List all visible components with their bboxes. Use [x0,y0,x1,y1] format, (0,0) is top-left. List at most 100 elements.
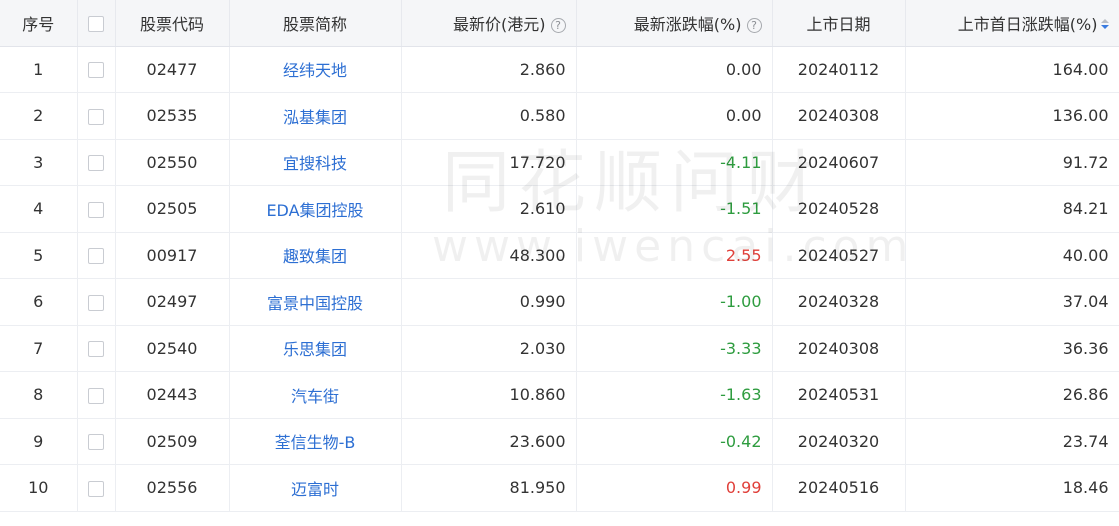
cell-code: 02535 [115,92,230,140]
cell-index: 10 [0,464,78,512]
cell-index: 2 [0,92,78,140]
cell-index: 5 [0,232,78,279]
row-checkbox[interactable] [88,294,104,311]
cell-code: 02443 [115,371,230,419]
cell-first-day-change: 18.46 [905,464,1119,512]
cell-price: 2.030 [401,325,577,372]
cell-select[interactable] [77,232,116,279]
table-row[interactable]: 7 02540 乐思集团 2.030 -3.33 20240308 36.36 [0,325,1119,372]
cell-change: -3.33 [576,325,773,372]
stock-name-link[interactable]: EDA集团控股 [229,185,402,233]
cell-code: 02477 [115,46,230,93]
cell-list-date: 20240531 [772,371,906,419]
stock-name-link[interactable]: 经纬天地 [229,46,402,93]
cell-change: -1.63 [576,371,773,419]
cell-index: 9 [0,418,78,465]
stock-name-link[interactable]: 迈富时 [229,464,402,512]
table-row[interactable]: 10 02556 迈富时 81.950 0.99 20240516 18.46 [0,464,1119,512]
cell-list-date: 20240607 [772,139,906,186]
header-select-all[interactable] [77,0,116,47]
stock-name-link[interactable]: 汽车街 [229,371,402,419]
row-checkbox[interactable] [88,434,104,451]
stock-name-link[interactable]: 趣致集团 [229,232,402,279]
cell-list-date: 20240527 [772,232,906,279]
table-row[interactable]: 1 02477 经纬天地 2.860 0.00 20240112 164.00 [0,46,1119,93]
header-change[interactable]: 最新涨跌幅(%)? [576,0,773,47]
cell-list-date: 20240320 [772,418,906,465]
table-row[interactable]: 8 02443 汽车街 10.860 -1.63 20240531 26.86 [0,371,1119,419]
header-first-day-change-label: 上市首日涨跌幅(%) [957,14,1098,34]
table-row[interactable]: 2 02535 泓基集团 0.580 0.00 20240308 136.00 [0,92,1119,140]
cell-select[interactable] [77,46,116,93]
header-name[interactable]: 股票简称 [229,0,402,47]
sort-desc-icon[interactable] [1100,19,1109,31]
cell-code: 02550 [115,139,230,186]
cell-select[interactable] [77,92,116,140]
row-checkbox[interactable] [88,387,104,404]
cell-first-day-change: 136.00 [905,92,1119,140]
cell-list-date: 20240308 [772,92,906,140]
cell-code: 02505 [115,185,230,233]
row-checkbox[interactable] [88,155,104,172]
cell-index: 8 [0,371,78,419]
cell-code: 00917 [115,232,230,279]
row-checkbox[interactable] [88,248,104,265]
cell-index: 4 [0,185,78,233]
table-row[interactable]: 4 02505 EDA集团控股 2.610 -1.51 20240528 84.21 [0,185,1119,233]
cell-price: 48.300 [401,232,577,279]
cell-select[interactable] [77,139,116,186]
cell-code: 02540 [115,325,230,372]
cell-index: 3 [0,139,78,186]
cell-change: 0.99 [576,464,773,512]
stock-name-link[interactable]: 乐思集团 [229,325,402,372]
cell-first-day-change: 164.00 [905,46,1119,93]
results-panel: 序号 股票代码 股票简称 最新价(港元)? 最新涨跌幅(%)? 上市日期 上市首… [0,0,1119,526]
table-row[interactable]: 5 00917 趣致集团 48.300 2.55 20240527 40.00 [0,232,1119,279]
stock-name-link[interactable]: 宜搜科技 [229,139,402,186]
table-row[interactable]: 9 02509 荃信生物-B 23.600 -0.42 20240320 23.74 [0,418,1119,465]
cell-first-day-change: 26.86 [905,371,1119,419]
row-checkbox[interactable] [88,108,104,125]
cell-change: 0.00 [576,92,773,140]
row-checkbox[interactable] [88,201,104,218]
help-icon[interactable]: ? [746,17,762,33]
table-row[interactable]: 3 02550 宜搜科技 17.720 -4.11 20240607 91.72 [0,139,1119,186]
header-change-label: 最新涨跌幅(%) [633,14,742,34]
cell-list-date: 20240528 [772,185,906,233]
cell-first-day-change: 91.72 [905,139,1119,186]
cell-change: -1.51 [576,185,773,233]
cell-list-date: 20240308 [772,325,906,372]
stock-name-link[interactable]: 泓基集团 [229,92,402,140]
header-price-label: 最新价(港元) [453,14,546,34]
table-row[interactable]: 6 02497 富景中国控股 0.990 -1.00 20240328 37.04 [0,278,1119,326]
row-checkbox[interactable] [88,62,104,79]
cell-select[interactable] [77,278,116,326]
header-first-day-change[interactable]: 上市首日涨跌幅(%) [905,0,1119,47]
header-code[interactable]: 股票代码 [115,0,230,47]
table-body: 1 02477 经纬天地 2.860 0.00 20240112 164.00 2 02535 泓… [0,46,1119,512]
header-list-date[interactable]: 上市日期 [772,0,906,47]
help-icon[interactable]: ? [550,17,566,33]
cell-first-day-change: 23.74 [905,418,1119,465]
cell-price: 0.990 [401,278,577,326]
cell-list-date: 20240328 [772,278,906,326]
header-price[interactable]: 最新价(港元)? [401,0,577,47]
cell-price: 2.860 [401,46,577,93]
cell-code: 02497 [115,278,230,326]
stock-name-link[interactable]: 荃信生物-B [229,418,402,465]
cell-index: 7 [0,325,78,372]
row-checkbox[interactable] [88,341,104,358]
cell-select[interactable] [77,325,116,372]
cell-first-day-change: 40.00 [905,232,1119,279]
cell-code: 02509 [115,418,230,465]
cell-list-date: 20240516 [772,464,906,512]
cell-select[interactable] [77,418,116,465]
stock-name-link[interactable]: 富景中国控股 [229,278,402,326]
cell-index: 6 [0,278,78,326]
row-checkbox[interactable] [88,480,104,497]
select-all-checkbox[interactable] [88,15,104,32]
cell-select[interactable] [77,185,116,233]
cell-select[interactable] [77,464,116,512]
cell-select[interactable] [77,371,116,419]
cell-first-day-change: 37.04 [905,278,1119,326]
